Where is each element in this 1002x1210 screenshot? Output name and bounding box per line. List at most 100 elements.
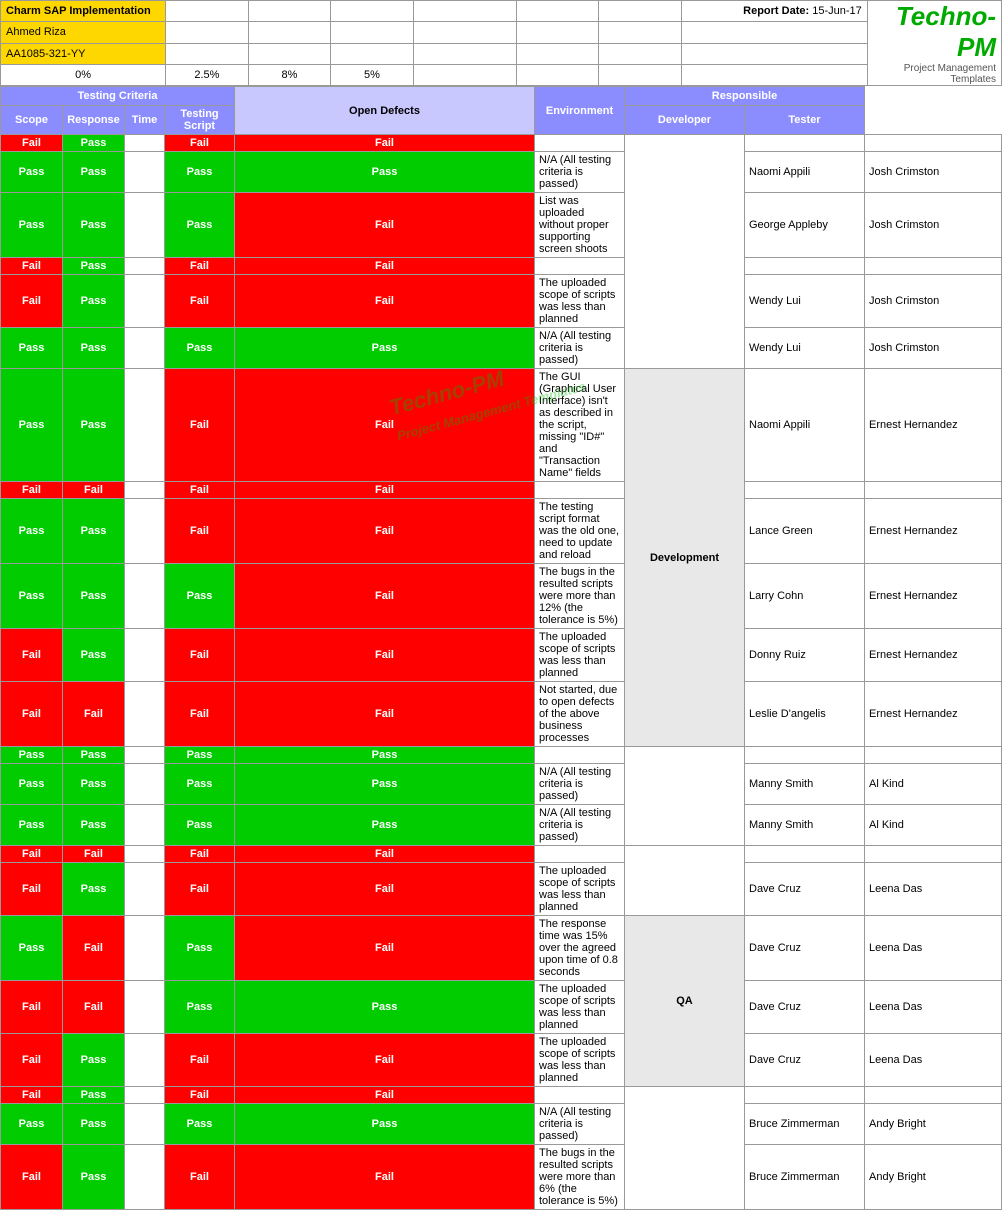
cell-testing: Fail bbox=[165, 1034, 235, 1087]
cell-defects bbox=[535, 747, 625, 764]
cell-bugs: Fail bbox=[235, 499, 535, 564]
cell-bugs: Fail bbox=[235, 846, 535, 863]
project-id: AA1085-321-YY bbox=[1, 43, 166, 64]
cell-developer bbox=[745, 1087, 865, 1104]
cell-developer: Leslie D'angelis bbox=[745, 682, 865, 747]
cell-developer: Wendy Lui bbox=[745, 275, 865, 328]
cell-response: Pass bbox=[63, 1104, 125, 1145]
cell-bugs: Pass bbox=[235, 152, 535, 193]
cell-response: Pass bbox=[63, 863, 125, 916]
cell-tester: Leena Das bbox=[865, 863, 1002, 916]
cell-testing: Pass bbox=[165, 328, 235, 369]
cell-defects: N/A (All testing criteria is passed) bbox=[535, 152, 625, 193]
cell-scope: Fail bbox=[1, 629, 63, 682]
col-scope: Scope bbox=[1, 106, 63, 135]
cell-developer bbox=[745, 135, 865, 152]
cell-response: Fail bbox=[63, 482, 125, 499]
cell-testing: Fail bbox=[165, 258, 235, 275]
cell-bugs: Pass bbox=[235, 747, 535, 764]
cell-tester: Andy Bright bbox=[865, 1104, 1002, 1145]
cell-testing: Fail bbox=[165, 1145, 235, 1210]
cell-time bbox=[125, 863, 165, 916]
cell-time bbox=[125, 846, 165, 863]
cell-tester: Ernest Hernandez bbox=[865, 499, 1002, 564]
cell-defects: The bugs in the resulted scripts were mo… bbox=[535, 1145, 625, 1210]
empty-top-5 bbox=[516, 1, 599, 22]
empty-p5 bbox=[516, 22, 599, 43]
cell-time bbox=[125, 193, 165, 258]
cell-tester: Josh Crimston bbox=[865, 152, 1002, 193]
col-response: Response bbox=[63, 106, 125, 135]
cell-response: Pass bbox=[63, 328, 125, 369]
cell-response: Pass bbox=[63, 564, 125, 629]
cell-bugs: Fail bbox=[235, 629, 535, 682]
cell-tester: Al Kind bbox=[865, 805, 1002, 846]
empty-p2 bbox=[248, 22, 331, 43]
cell-defects bbox=[535, 1087, 625, 1104]
cell-bugs: Fail bbox=[235, 564, 535, 629]
cell-scope: Fail bbox=[1, 482, 63, 499]
cell-tester: Leena Das bbox=[865, 981, 1002, 1034]
cell-tester: Ernest Hernandez bbox=[865, 629, 1002, 682]
cell-tester bbox=[865, 747, 1002, 764]
cell-defects: The uploaded scope of scripts was less t… bbox=[535, 629, 625, 682]
cell-scope: Pass bbox=[1, 764, 63, 805]
cell-developer bbox=[745, 846, 865, 863]
pct-2: 8% bbox=[248, 64, 331, 85]
cell-tester: Josh Crimston bbox=[865, 275, 1002, 328]
cell-developer: Wendy Lui bbox=[745, 328, 865, 369]
logo-main: Techno-PM bbox=[868, 1, 996, 63]
cell-developer: Dave Cruz bbox=[745, 916, 865, 981]
cell-response: Pass bbox=[63, 629, 125, 682]
cell-testing: Fail bbox=[165, 682, 235, 747]
cell-tester bbox=[865, 135, 1002, 152]
cell-response: Pass bbox=[63, 193, 125, 258]
empty-i7 bbox=[682, 43, 868, 64]
cell-env-qa-bottom bbox=[625, 1087, 745, 1210]
cell-defects: The GUI (Graphical User Interface) isn't… bbox=[535, 369, 625, 482]
cell-bugs: Fail bbox=[235, 275, 535, 328]
cell-scope: Pass bbox=[1, 499, 63, 564]
cell-bugs: Fail bbox=[235, 1087, 535, 1104]
cell-time bbox=[125, 747, 165, 764]
cell-bugs: Pass bbox=[235, 981, 535, 1034]
cell-bugs: Fail bbox=[235, 193, 535, 258]
cell-response: Pass bbox=[63, 369, 125, 482]
cell-bugs: Fail bbox=[235, 682, 535, 747]
cell-scope: Fail bbox=[1, 863, 63, 916]
header-testing-criteria: Testing Criteria bbox=[1, 87, 235, 106]
cell-response: Pass bbox=[63, 499, 125, 564]
empty-i4 bbox=[413, 43, 516, 64]
person-name: Ahmed Riza bbox=[1, 22, 166, 43]
cell-scope: Fail bbox=[1, 135, 63, 152]
empty-p6 bbox=[599, 22, 682, 43]
cell-response: Pass bbox=[63, 1087, 125, 1104]
cell-time bbox=[125, 499, 165, 564]
cell-developer: Lance Green bbox=[745, 499, 865, 564]
cell-time bbox=[125, 1104, 165, 1145]
empty-p4 bbox=[413, 22, 516, 43]
cell-scope: Fail bbox=[1, 846, 63, 863]
cell-defects: N/A (All testing criteria is passed) bbox=[535, 805, 625, 846]
cell-scope: Fail bbox=[1, 1087, 63, 1104]
cell-scope: Pass bbox=[1, 564, 63, 629]
cell-response: Pass bbox=[63, 1145, 125, 1210]
cell-developer: Dave Cruz bbox=[745, 863, 865, 916]
cell-tester: Josh Crimston bbox=[865, 328, 1002, 369]
cell-defects: The uploaded scope of scripts was less t… bbox=[535, 981, 625, 1034]
cell-time bbox=[125, 1087, 165, 1104]
cell-tester bbox=[865, 846, 1002, 863]
cell-response: Fail bbox=[63, 916, 125, 981]
pct-0: 0% bbox=[1, 64, 166, 85]
cell-bugs: Pass bbox=[235, 805, 535, 846]
cell-testing: Pass bbox=[165, 564, 235, 629]
cell-tester bbox=[865, 258, 1002, 275]
cell-bugs: Pass bbox=[235, 764, 535, 805]
report-date-cell: Report Date: 15-Jun-17 bbox=[682, 1, 868, 22]
empty-p3 bbox=[331, 22, 414, 43]
cell-response: Pass bbox=[63, 152, 125, 193]
cell-time bbox=[125, 916, 165, 981]
cell-env-qa-top bbox=[625, 846, 745, 916]
empty-i5 bbox=[516, 43, 599, 64]
col-developer: Developer bbox=[625, 106, 745, 135]
